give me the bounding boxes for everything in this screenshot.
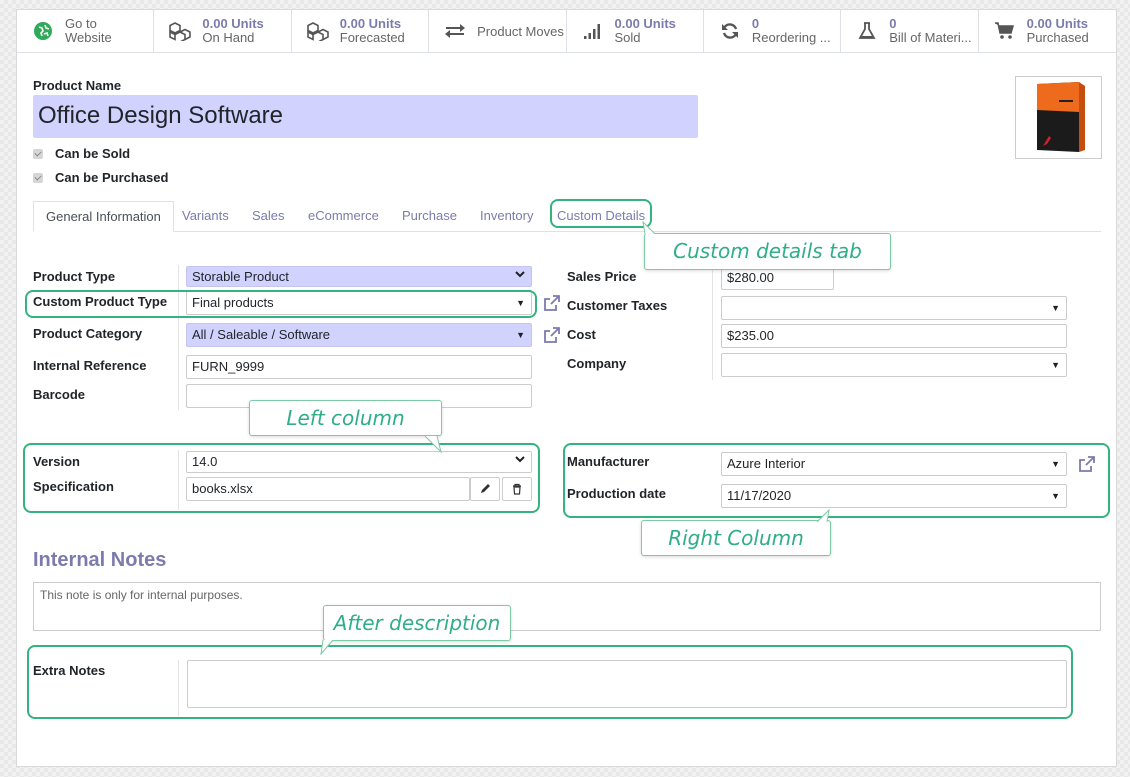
right-column-callout: Right Column bbox=[641, 520, 831, 556]
version-label: Version bbox=[33, 454, 80, 469]
reordering-rules-button[interactable]: 0Reordering ... bbox=[704, 10, 841, 52]
sold-button[interactable]: 0.00 UnitsSold bbox=[567, 10, 704, 52]
customer-taxes-label: Customer Taxes bbox=[567, 298, 667, 313]
product-form-sheet: Go toWebsite 0.00 UnitsOn Hand 0.00 Unit… bbox=[16, 9, 1117, 767]
can-be-sold-checkbox[interactable]: Can be Sold bbox=[33, 146, 130, 161]
column-divider bbox=[178, 450, 179, 510]
purchased-button[interactable]: 0.00 UnitsPurchased bbox=[979, 10, 1116, 52]
tab-sales[interactable]: Sales bbox=[252, 201, 285, 232]
caret-down-icon: ▼ bbox=[1051, 485, 1060, 507]
specification-file-input[interactable]: books.xlsx bbox=[186, 477, 470, 501]
caret-down-icon: ▼ bbox=[1051, 297, 1060, 319]
internal-notes-title: Internal Notes bbox=[33, 549, 166, 572]
after-description-callout: After description bbox=[323, 605, 511, 641]
chevron-down-icon bbox=[514, 268, 526, 280]
caret-down-icon: ▼ bbox=[1051, 453, 1060, 475]
cart-icon bbox=[991, 19, 1019, 43]
barcode-label: Barcode bbox=[33, 387, 85, 402]
custom-product-type-select[interactable]: Final products ▼ bbox=[186, 291, 532, 315]
product-category-select[interactable]: All / Saleable / Software ▼ bbox=[186, 323, 532, 347]
callout-pointer bbox=[317, 638, 337, 656]
go-to-website-button[interactable]: Go toWebsite bbox=[17, 10, 154, 52]
refresh-icon bbox=[716, 19, 744, 43]
chevron-down-icon bbox=[514, 453, 526, 465]
product-image[interactable] bbox=[1015, 76, 1102, 159]
smart-button-bar: Go toWebsite 0.00 UnitsOn Hand 0.00 Unit… bbox=[17, 10, 1116, 53]
customer-taxes-input[interactable]: ▼ bbox=[721, 296, 1067, 320]
globe-icon bbox=[29, 19, 57, 43]
production-date-input[interactable]: 11/17/2020 ▼ bbox=[721, 484, 1067, 508]
tab-variants[interactable]: Variants bbox=[182, 201, 229, 232]
forecasted-button[interactable]: 0.00 UnitsForecasted bbox=[292, 10, 429, 52]
edit-file-button[interactable] bbox=[470, 477, 500, 501]
left-column-callout: Left column bbox=[249, 400, 442, 436]
external-link-icon[interactable] bbox=[1078, 455, 1096, 473]
manufacturer-label: Manufacturer bbox=[567, 454, 649, 469]
manufacturer-select[interactable]: Azure Interior ▼ bbox=[721, 452, 1067, 476]
cost-label: Cost bbox=[567, 327, 596, 342]
external-link-icon[interactable] bbox=[543, 326, 561, 344]
product-type-label: Product Type bbox=[33, 269, 115, 284]
specification-label: Specification bbox=[33, 479, 114, 494]
exchange-icon bbox=[441, 19, 469, 43]
caret-down-icon: ▼ bbox=[1051, 354, 1060, 376]
product-category-label: Product Category bbox=[33, 326, 142, 341]
extra-notes-label: Extra Notes bbox=[33, 663, 105, 678]
callout-pointer bbox=[641, 220, 659, 238]
callout-pointer bbox=[423, 434, 443, 454]
internal-notes-textarea[interactable]: This note is only for internal purposes. bbox=[33, 582, 1101, 631]
pencil-icon bbox=[479, 483, 491, 495]
product-name-input[interactable]: Office Design Software bbox=[33, 95, 698, 138]
company-select[interactable]: ▼ bbox=[721, 353, 1067, 377]
production-date-label: Production date bbox=[567, 486, 666, 501]
caret-down-icon: ▼ bbox=[516, 292, 525, 314]
product-moves-button[interactable]: Product Moves bbox=[429, 10, 566, 52]
tab-purchase[interactable]: Purchase bbox=[402, 201, 457, 232]
bill-of-materials-button[interactable]: 0Bill of Materi... bbox=[841, 10, 978, 52]
delete-file-button[interactable] bbox=[502, 477, 532, 501]
product-type-select[interactable]: Storable Product bbox=[186, 266, 532, 287]
sales-price-label: Sales Price bbox=[567, 269, 636, 284]
external-link-icon[interactable] bbox=[543, 294, 561, 312]
software-box-icon bbox=[1029, 80, 1089, 156]
internal-reference-label: Internal Reference bbox=[33, 358, 146, 373]
column-divider bbox=[178, 265, 179, 410]
tab-general-information[interactable]: General Information bbox=[33, 201, 174, 232]
tab-custom-details[interactable]: Custom Details bbox=[557, 201, 645, 232]
flask-icon bbox=[853, 19, 881, 43]
product-name-label: Product Name bbox=[33, 78, 121, 93]
caret-down-icon: ▼ bbox=[516, 324, 525, 346]
cubes-icon bbox=[166, 19, 194, 43]
internal-reference-input[interactable]: FURN_9999 bbox=[186, 355, 532, 379]
checkbox-icon[interactable] bbox=[33, 149, 43, 159]
notebook-tabs: General Information Variants Sales eComm… bbox=[33, 201, 1101, 232]
custom-product-type-label: Custom Product Type bbox=[33, 294, 167, 309]
on-hand-button[interactable]: 0.00 UnitsOn Hand bbox=[154, 10, 291, 52]
version-select[interactable]: 14.0 bbox=[186, 451, 532, 473]
extra-notes-textarea[interactable] bbox=[187, 660, 1067, 708]
tab-ecommerce[interactable]: eCommerce bbox=[308, 201, 379, 232]
trash-icon bbox=[511, 483, 523, 495]
company-label: Company bbox=[567, 356, 626, 371]
column-divider bbox=[712, 265, 713, 380]
custom-tab-callout: Custom details tab bbox=[644, 233, 891, 270]
callout-pointer bbox=[813, 508, 833, 524]
column-divider bbox=[178, 660, 179, 716]
signal-icon bbox=[579, 19, 607, 43]
cubes-icon bbox=[304, 19, 332, 43]
can-be-purchased-checkbox[interactable]: Can be Purchased bbox=[33, 170, 168, 185]
tab-inventory[interactable]: Inventory bbox=[480, 201, 533, 232]
checkbox-icon[interactable] bbox=[33, 173, 43, 183]
cost-input[interactable]: $235.00 bbox=[721, 324, 1067, 348]
